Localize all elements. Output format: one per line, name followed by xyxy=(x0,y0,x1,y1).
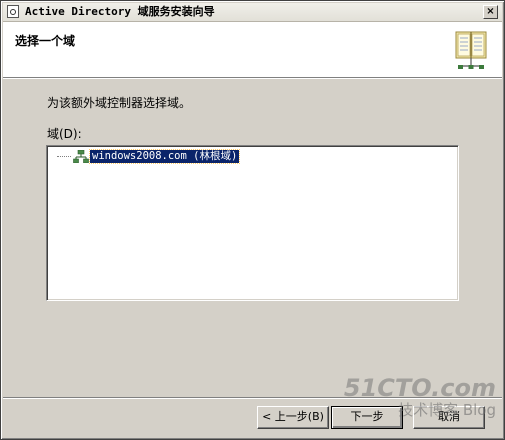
window-title: Active Directory 域服务安装向导 xyxy=(25,5,215,18)
back-button[interactable]: < 上一步(B) xyxy=(257,406,329,429)
tree-connector xyxy=(57,155,71,158)
tree-item-domain[interactable]: windows2008.com (林根域) xyxy=(57,149,241,164)
footer-divider xyxy=(3,397,502,399)
book-icon xyxy=(455,31,487,69)
domain-label: 域(D): xyxy=(47,127,82,141)
instruction-text: 为该额外域控制器选择域。 xyxy=(47,96,192,110)
page-title: 选择一个域 xyxy=(15,34,76,48)
close-button[interactable]: × xyxy=(483,5,498,19)
title-bar[interactable]: Active Directory 域服务安装向导 × xyxy=(3,3,502,22)
next-button[interactable]: 下一步 xyxy=(331,406,403,429)
tree-item-label[interactable]: windows2008.com (林根域) xyxy=(88,149,241,164)
wizard-header: 选择一个域 xyxy=(3,22,502,78)
domain-tree[interactable]: windows2008.com (林根域) xyxy=(46,145,459,301)
domain-tree-icon xyxy=(73,150,89,163)
app-icon xyxy=(7,5,19,18)
wizard-window: Active Directory 域服务安装向导 × 选择一个域 为该额外域控制… xyxy=(0,0,505,440)
cancel-button[interactable]: 取消 xyxy=(413,406,485,429)
